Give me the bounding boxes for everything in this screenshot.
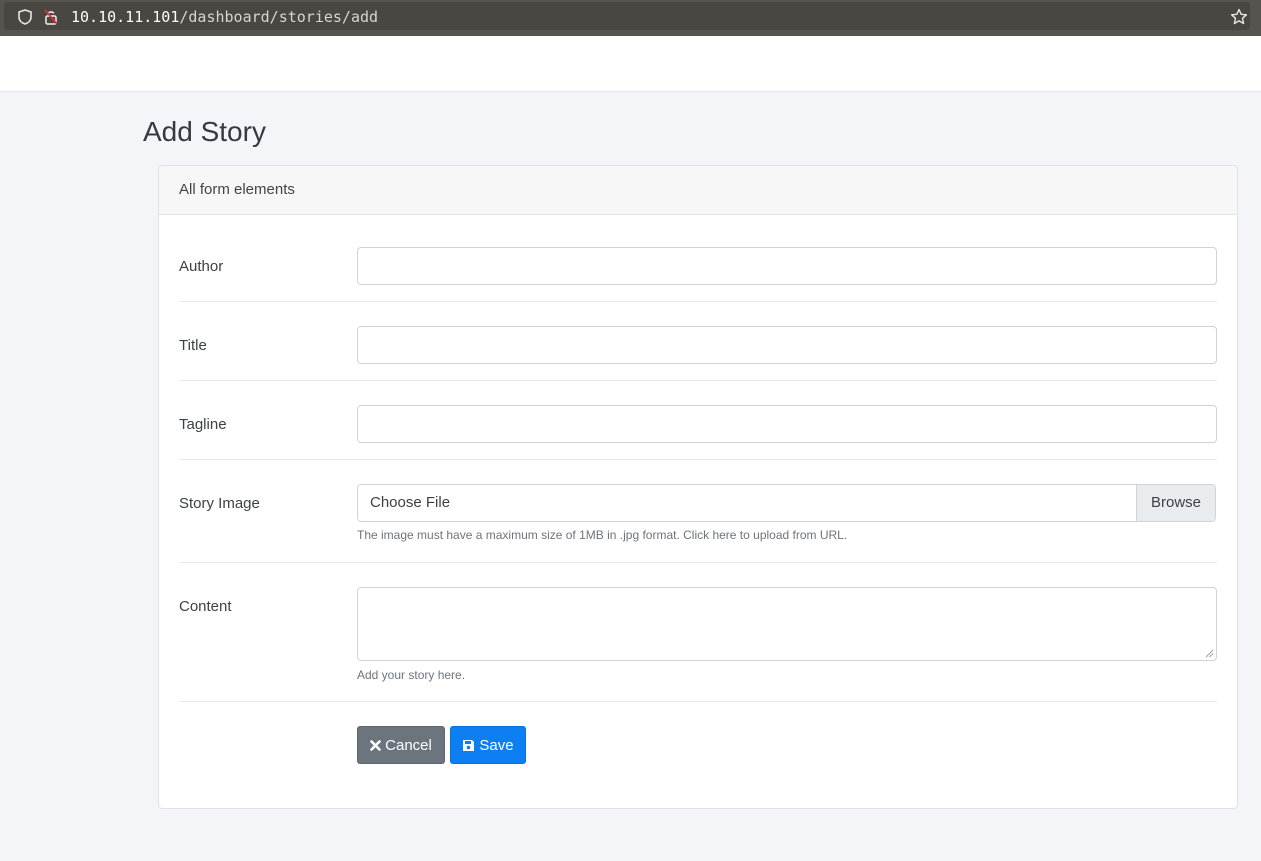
save-label: Save xyxy=(479,736,514,754)
divider xyxy=(179,459,1217,460)
story-image-help: The image must have a maximum size of 1M… xyxy=(357,528,848,542)
address-bar[interactable]: 10.10.11.101/dashboard/stories/add xyxy=(4,2,1250,30)
browse-button[interactable]: Browse xyxy=(1136,485,1215,521)
page-title: Add Story xyxy=(143,116,266,147)
content-textarea[interactable] xyxy=(357,587,1217,661)
close-icon xyxy=(370,739,381,751)
author-input[interactable] xyxy=(357,247,1217,285)
content-label: Content xyxy=(179,598,232,615)
url-path: /dashboard/stories/add xyxy=(179,8,379,26)
shield-icon[interactable] xyxy=(18,9,32,25)
cancel-button[interactable]: Cancel xyxy=(357,726,445,764)
divider xyxy=(179,701,1217,702)
browser-toolbar: 10.10.11.101/dashboard/stories/add xyxy=(0,0,1261,36)
tagline-input[interactable] xyxy=(357,405,1217,443)
author-label: Author xyxy=(179,258,224,275)
divider xyxy=(179,562,1217,563)
content-help: Add your story here. xyxy=(357,668,466,682)
floppy-disk-icon xyxy=(463,739,475,751)
url-text[interactable]: 10.10.11.101/dashboard/stories/add xyxy=(71,8,378,26)
story-image-file-input[interactable]: Choose File Browse xyxy=(357,484,1216,522)
choose-file-label: Choose File xyxy=(370,494,451,511)
divider xyxy=(179,380,1217,381)
bookmark-star-icon[interactable] xyxy=(1230,8,1248,26)
save-button[interactable]: Save xyxy=(450,726,526,764)
url-host: 10.10.11.101 xyxy=(71,8,180,26)
form-card: All form elements Author Title Tagline S… xyxy=(158,165,1238,809)
title-label: Title xyxy=(179,337,207,354)
card-header: All form elements xyxy=(159,166,1237,215)
cancel-label: Cancel xyxy=(385,736,432,754)
story-image-label: Story Image xyxy=(179,495,260,512)
title-input[interactable] xyxy=(357,326,1217,364)
top-navbar xyxy=(0,36,1261,92)
insecure-lock-icon[interactable] xyxy=(44,8,58,25)
divider xyxy=(179,301,1217,302)
resize-grip-icon[interactable] xyxy=(1205,649,1214,658)
tagline-label: Tagline xyxy=(179,416,227,433)
